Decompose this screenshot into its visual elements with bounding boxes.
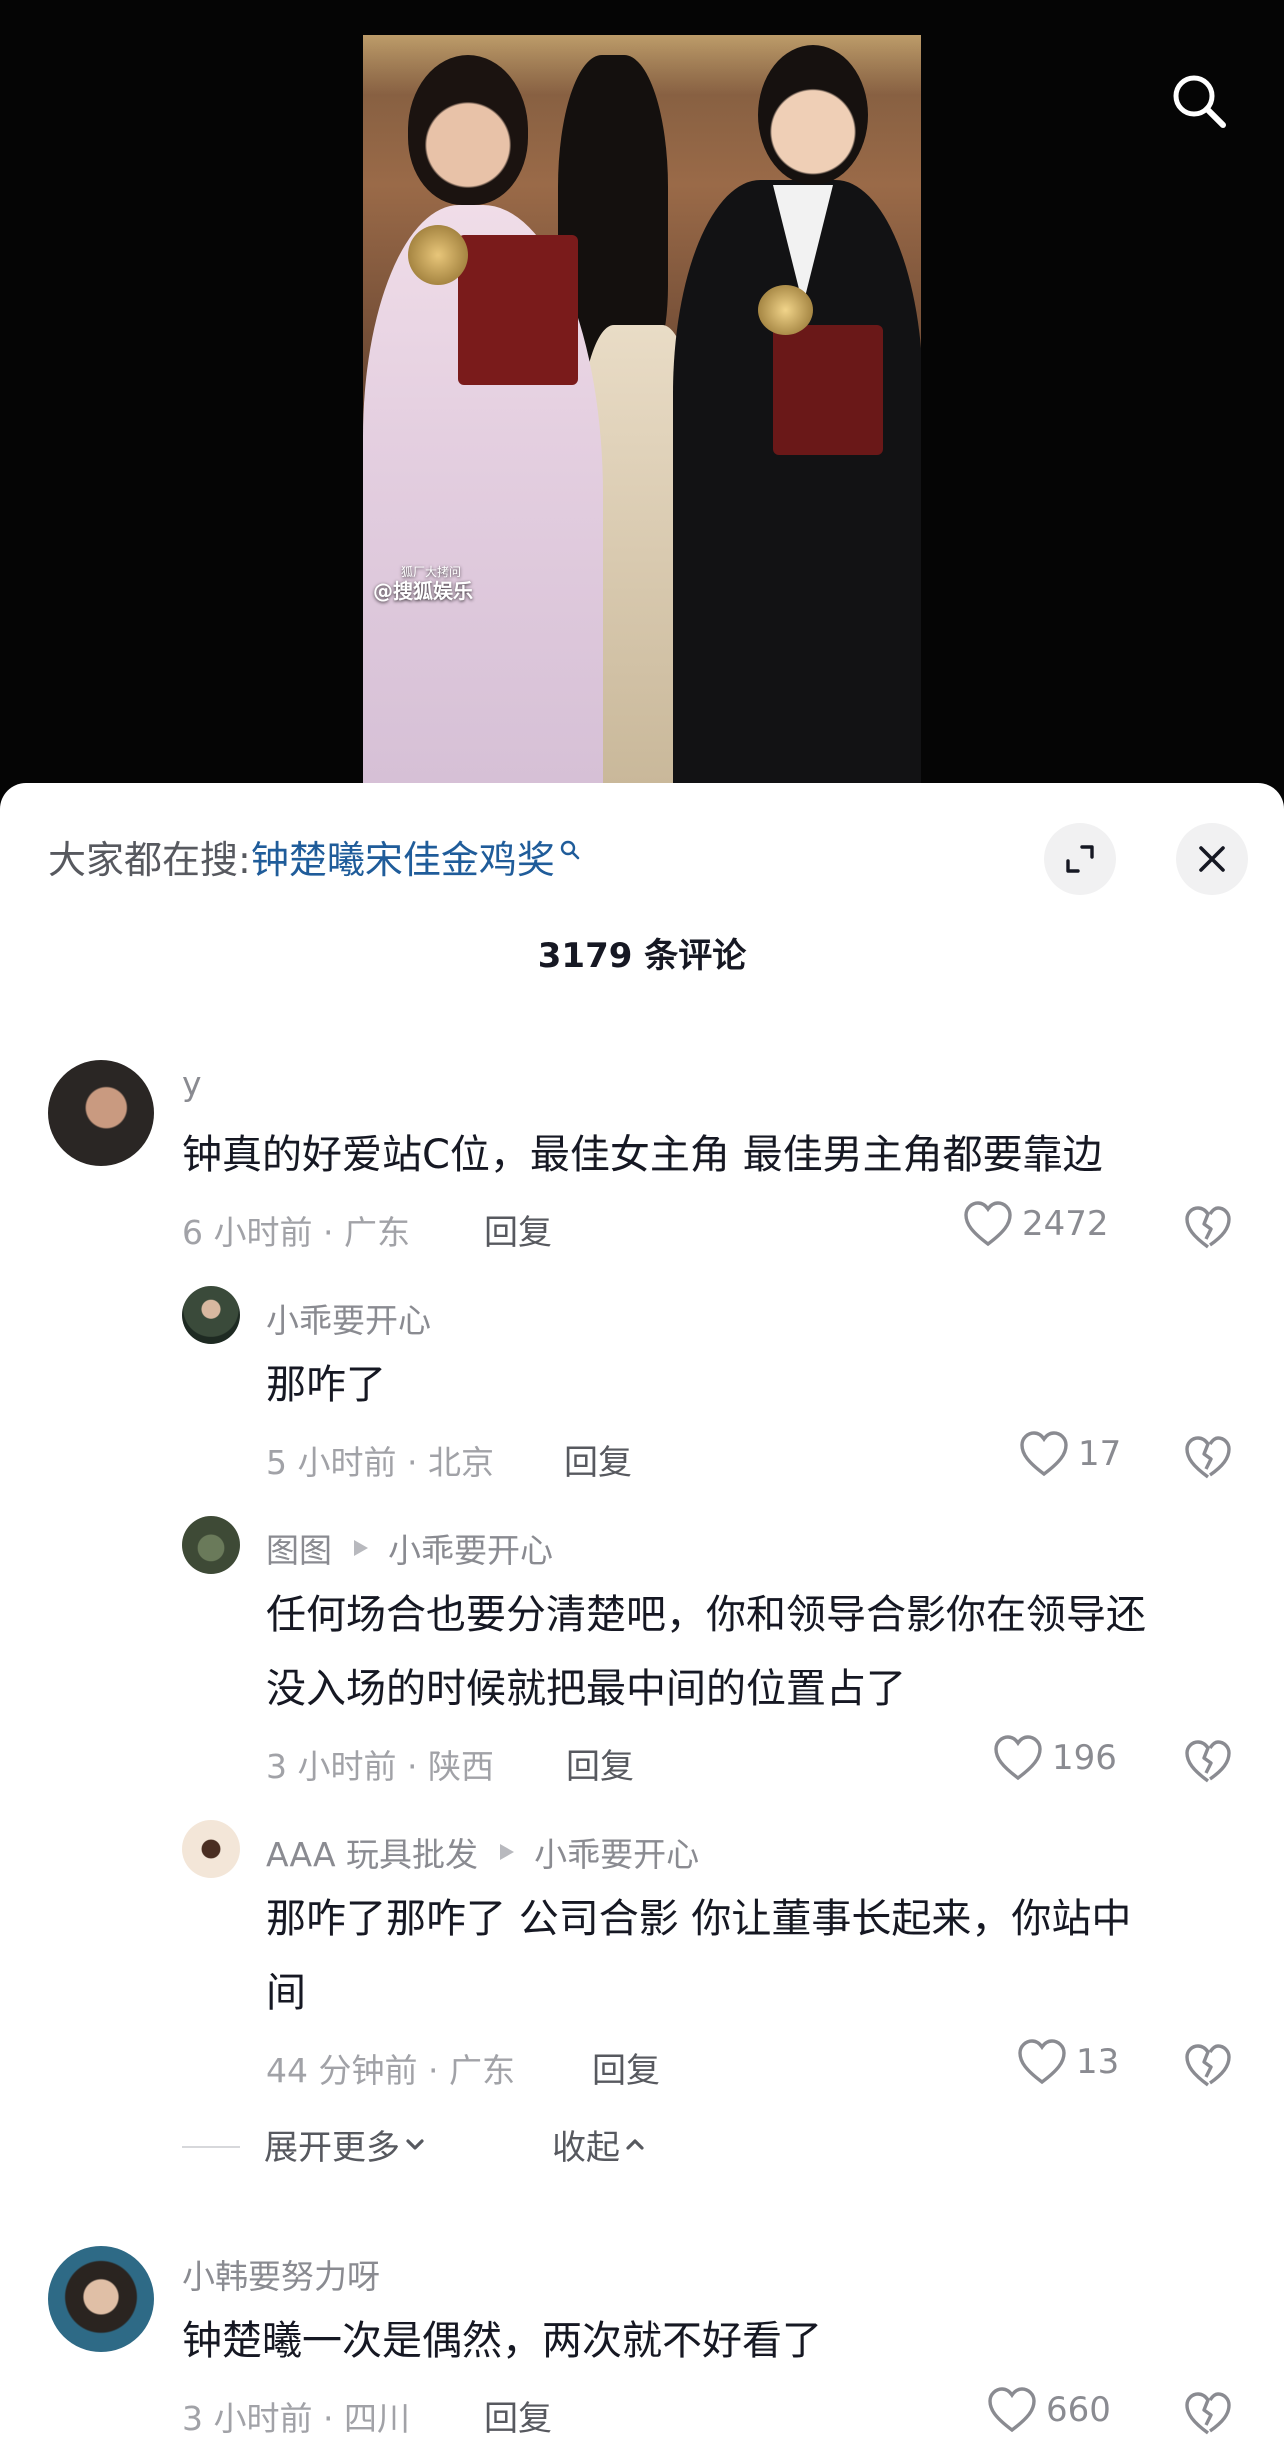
avatar[interactable] bbox=[182, 1820, 240, 1878]
dislike-button[interactable] bbox=[1182, 1736, 1234, 1788]
comment-meta: 44 分钟前 · 广东 bbox=[266, 2051, 515, 2090]
broken-heart-icon bbox=[1185, 2044, 1231, 2087]
reply-arrow-icon bbox=[354, 1540, 368, 1556]
expand-more-button[interactable]: 展开更多 bbox=[264, 2120, 430, 2169]
reply-arrow-icon bbox=[500, 1844, 515, 1860]
avatar[interactable] bbox=[182, 1286, 240, 1344]
hot-search-prefix: 大家都在搜: bbox=[48, 838, 251, 882]
video-frame[interactable] bbox=[363, 35, 921, 783]
comment-username[interactable]: 小韩要努力呀 bbox=[182, 2250, 380, 2298]
video-figure bbox=[408, 55, 528, 205]
video-watermark: 狐厂大拷问 @搜狐娱乐 bbox=[373, 565, 473, 604]
chevron-down-icon bbox=[406, 2138, 424, 2150]
search-icon bbox=[559, 839, 581, 861]
comment-meta: 6 小时前 · 广东 bbox=[182, 1213, 410, 1252]
video-figure bbox=[758, 45, 868, 185]
video-player[interactable]: 狐厂大拷问 @搜狐娱乐 bbox=[0, 0, 1284, 800]
dislike-button[interactable] bbox=[1182, 1432, 1234, 1484]
comment-username[interactable]: 图图 小乖要开心 bbox=[266, 1524, 553, 1572]
award-certificate bbox=[773, 325, 883, 455]
expand-icon bbox=[1066, 845, 1094, 873]
heart-icon bbox=[994, 1735, 1042, 1781]
close-button[interactable] bbox=[1176, 823, 1248, 895]
reply-button[interactable]: 回复 bbox=[484, 2391, 552, 2440]
search-icon bbox=[1173, 75, 1226, 128]
reply-button[interactable]: 回复 bbox=[564, 1435, 632, 1484]
like-count: 17 bbox=[1078, 1434, 1122, 1474]
heart-icon bbox=[1020, 1431, 1068, 1477]
like-button[interactable]: 196 bbox=[992, 1734, 1117, 1782]
hot-search-keyword[interactable]: 钟楚曦宋佳金鸡奖 bbox=[251, 829, 555, 884]
avatar[interactable] bbox=[48, 1060, 154, 1166]
dislike-button[interactable] bbox=[1182, 2040, 1234, 2092]
comment-text: 钟楚曦一次是偶然，两次就不好看了 bbox=[182, 2318, 822, 2364]
avatar[interactable] bbox=[182, 1516, 240, 1574]
sheet-header: 大家都在搜: 钟楚曦宋佳金鸡奖 3179 条评论 bbox=[0, 783, 1284, 976]
heart-icon bbox=[988, 2387, 1036, 2433]
reply-button[interactable]: 回复 bbox=[566, 1739, 634, 1788]
comment-text: 任何场合也要分清楚吧，你和领导合影你在领导还 没入场的时候就把最中间的位置占了 bbox=[266, 1592, 1146, 1712]
golden-rooster-trophy bbox=[758, 285, 813, 335]
comment-username[interactable]: AAA 玩具批发 小乖要开心 bbox=[266, 1828, 699, 1876]
like-button[interactable]: 2472 bbox=[962, 1200, 1109, 1248]
golden-rooster-trophy bbox=[408, 225, 468, 285]
reply-button[interactable]: 回复 bbox=[592, 2043, 660, 2092]
divider bbox=[182, 2146, 240, 2148]
broken-heart-icon bbox=[1185, 2392, 1231, 2435]
expand-button[interactable] bbox=[1044, 823, 1116, 895]
like-count: 660 bbox=[1046, 2390, 1111, 2430]
close-icon bbox=[1199, 846, 1225, 872]
avatar[interactable] bbox=[48, 2246, 154, 2352]
dislike-button[interactable] bbox=[1182, 1202, 1234, 1254]
broken-heart-icon bbox=[1185, 1740, 1231, 1783]
broken-heart-icon bbox=[1185, 1206, 1231, 1249]
heart-icon bbox=[964, 1201, 1012, 1247]
comment-text: 钟真的好爱站C位，最佳女主角 最佳男主角都要靠边 bbox=[182, 1132, 1103, 1178]
dislike-button[interactable] bbox=[1182, 2388, 1234, 2440]
hot-search-bar[interactable]: 大家都在搜: 钟楚曦宋佳金鸡奖 bbox=[48, 829, 581, 884]
search-button[interactable] bbox=[1164, 66, 1234, 136]
comment-count: 3179 条评论 bbox=[537, 936, 747, 976]
like-button[interactable]: 660 bbox=[986, 2386, 1111, 2434]
comment-text: 那咋了那咋了 公司合影 你让董事长起来，你站中 间 bbox=[266, 1896, 1132, 2016]
comment-username[interactable]: 小乖要开心 bbox=[266, 1294, 431, 1342]
award-certificate bbox=[458, 235, 578, 385]
comment-text: 那咋了 bbox=[266, 1362, 386, 1408]
collapse-button[interactable]: 收起 bbox=[552, 2120, 650, 2169]
thread-controls: 展开更多 收起 bbox=[0, 2120, 1284, 2170]
like-button[interactable]: 17 bbox=[1018, 1430, 1121, 1478]
like-count: 2472 bbox=[1022, 1204, 1109, 1244]
heart-icon bbox=[1018, 2039, 1066, 2085]
comment-username[interactable]: y bbox=[182, 1064, 202, 1103]
chevron-up-icon bbox=[626, 2138, 644, 2150]
comment-meta: 5 小时前 · 北京 bbox=[266, 1443, 494, 1482]
comment-meta: 3 小时前 · 陕西 bbox=[266, 1747, 494, 1786]
comment-meta: 3 小时前 · 四川 bbox=[182, 2399, 410, 2438]
reply-button[interactable]: 回复 bbox=[484, 1205, 552, 1254]
like-count: 196 bbox=[1052, 1738, 1117, 1778]
like-button[interactable]: 13 bbox=[1016, 2038, 1119, 2086]
like-count: 13 bbox=[1076, 2042, 1120, 2082]
broken-heart-icon bbox=[1185, 1436, 1231, 1479]
